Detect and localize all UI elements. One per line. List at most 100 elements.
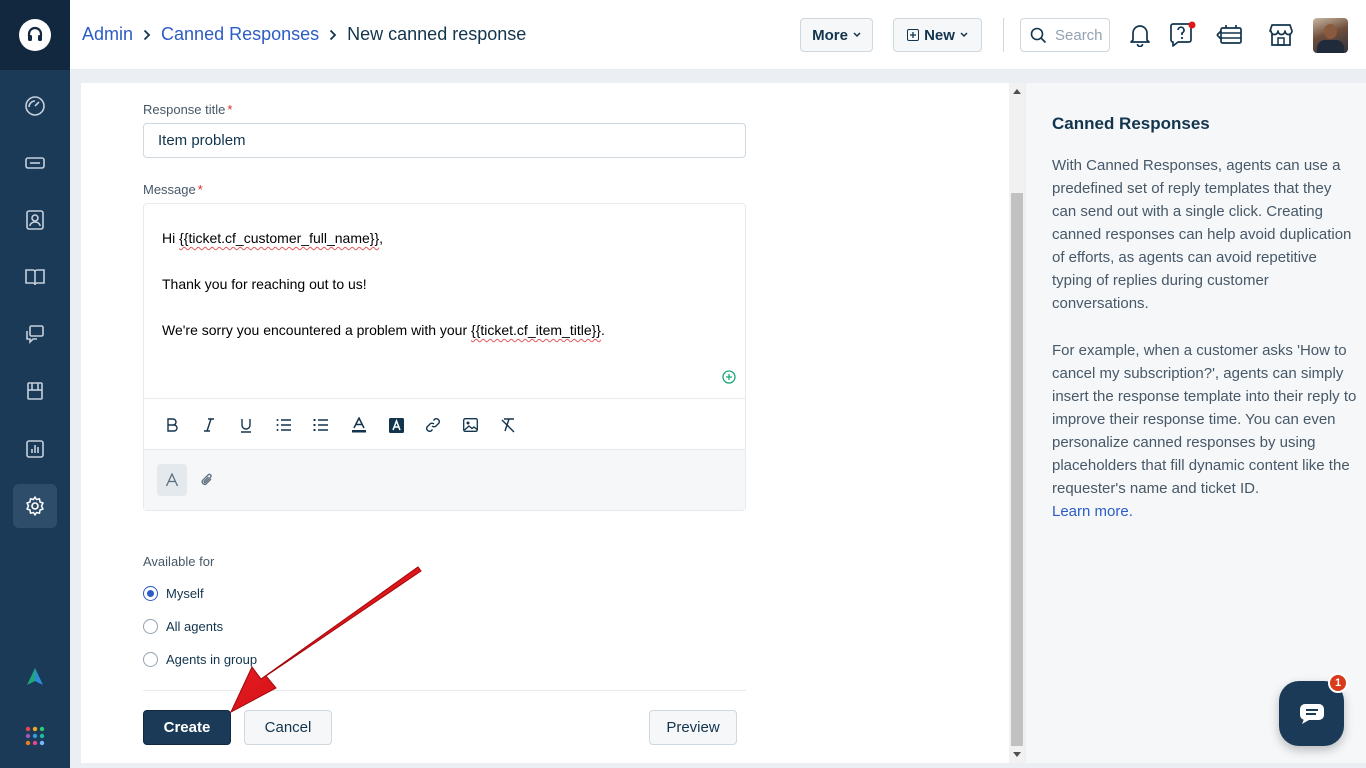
message-label: Message * (143, 182, 203, 197)
logo[interactable] (0, 0, 70, 70)
bar-chart-icon (26, 440, 44, 458)
clear-format-icon (501, 418, 515, 433)
italic-icon (204, 418, 214, 432)
preview-button[interactable]: Preview (649, 710, 737, 745)
message-line: We're sorry you encountered a problem wi… (162, 322, 605, 345)
apps-grid-button[interactable] (13, 714, 57, 758)
insert-placeholder-button[interactable] (722, 370, 736, 384)
editor-footer (144, 449, 745, 510)
option-myself[interactable]: Myself (143, 586, 204, 601)
option-label: Agents in group (166, 652, 258, 667)
chevron-down-icon (853, 32, 861, 38)
bell-icon (1130, 25, 1150, 47)
search-input[interactable]: Search (1020, 18, 1110, 52)
paperclip-icon (201, 473, 212, 485)
response-title-label: Response title * (143, 102, 232, 117)
ticket-icon (25, 157, 45, 169)
italic-button[interactable] (199, 415, 219, 435)
top-header: Admin Canned Responses New canned respon… (70, 0, 1366, 70)
learn-more-link[interactable]: Learn more. (1052, 503, 1133, 520)
marketplace-button[interactable] (1265, 19, 1297, 51)
sidebar-item-solutions[interactable] (13, 255, 57, 299)
breadcrumb-admin[interactable]: Admin (82, 24, 133, 45)
chat-bubble-icon (1299, 703, 1324, 724)
chevron-right-icon (329, 29, 337, 41)
headset-icon (19, 19, 51, 51)
plus-square-icon (907, 29, 920, 41)
triangle-logo-icon (27, 668, 43, 685)
insert-image-button[interactable] (460, 415, 480, 435)
message-text: , (379, 230, 384, 246)
message-editor-body[interactable]: Hi {{ticket.cf_customer_full_name}}, Tha… (162, 230, 605, 345)
freshworks-triangle-logo[interactable] (13, 655, 57, 699)
sidebar (0, 0, 70, 768)
help-info-panel: Canned Responses With Canned Responses, … (1026, 83, 1366, 763)
bold-button[interactable] (162, 415, 182, 435)
create-button[interactable]: Create (143, 710, 231, 745)
sidebar-item-reports[interactable] (13, 427, 57, 471)
canned-response-form: Response title * Item problem Message * Hi… (81, 83, 1009, 763)
chat-notification-badge: 1 (1328, 673, 1348, 693)
notifications-button[interactable] (1124, 19, 1156, 51)
radio-checked[interactable] (143, 586, 158, 601)
message-line: Hi {{ticket.cf_customer_full_name}}, (162, 230, 605, 253)
link-icon (426, 418, 440, 432)
bold-icon (167, 418, 178, 432)
form-scrollbar[interactable] (1009, 83, 1025, 763)
available-for-label: Available for (143, 554, 215, 569)
ticket-stack-icon (1216, 25, 1242, 44)
help-question-icon (1170, 21, 1196, 47)
message-text: Hi (162, 230, 180, 246)
message-line (162, 253, 605, 276)
option-all-agents[interactable]: All agents (143, 619, 223, 634)
book-icon (25, 269, 45, 286)
message-line (162, 299, 605, 322)
formatting-toggle-button[interactable] (157, 464, 187, 496)
font-color-button[interactable] (349, 415, 369, 435)
scroll-up-arrow-icon[interactable] (1013, 89, 1021, 94)
option-agents-in-group[interactable]: Agents in group (143, 652, 257, 667)
scroll-down-arrow-icon[interactable] (1013, 752, 1021, 757)
option-label: Myself (166, 586, 204, 601)
sidebar-item-contacts[interactable] (13, 198, 57, 242)
placeholder-token: {{ticket.cf_customer_full_name}} (179, 230, 380, 246)
underline-button[interactable] (236, 415, 256, 435)
user-avatar[interactable] (1313, 18, 1348, 53)
font-color-icon (352, 417, 366, 433)
chevron-right-icon (143, 29, 151, 41)
scroll-thumb[interactable] (1011, 193, 1023, 746)
sidebar-item-admin[interactable] (13, 484, 57, 528)
search-icon (1030, 27, 1047, 43)
contact-card-icon (26, 210, 44, 230)
sidebar-item-dashboard[interactable] (13, 84, 57, 128)
message-line: Thank you for reaching out to us! (162, 276, 605, 299)
sidebar-item-social[interactable] (13, 369, 57, 413)
sidebar-item-tickets[interactable] (13, 141, 57, 185)
background-color-button[interactable] (386, 415, 406, 435)
switch-product-button[interactable] (1214, 19, 1246, 51)
cancel-button[interactable]: Cancel (244, 710, 332, 745)
option-label: All agents (166, 619, 224, 634)
breadcrumb-canned-responses[interactable]: Canned Responses (161, 24, 319, 45)
apps-grid-icon (25, 726, 45, 746)
message-label-text: Message (143, 182, 196, 197)
header-divider (1003, 18, 1004, 52)
info-paragraph: For example, when a customer asks 'How t… (1052, 339, 1357, 523)
footer-divider (143, 690, 746, 691)
help-button[interactable] (1166, 19, 1198, 51)
ordered-list-icon (276, 419, 291, 431)
new-button[interactable]: New (893, 18, 982, 52)
message-editor[interactable]: Hi {{ticket.cf_customer_full_name}}, Tha… (143, 203, 746, 511)
sidebar-item-forums[interactable] (13, 312, 57, 356)
gear-icon (26, 496, 44, 516)
insert-link-button[interactable] (423, 415, 443, 435)
ordered-list-button[interactable] (274, 415, 294, 435)
radio-unchecked[interactable] (143, 619, 158, 634)
response-title-input[interactable]: Item problem (143, 123, 746, 158)
attach-file-button[interactable] (192, 464, 222, 496)
clear-formatting-button[interactable] (498, 415, 518, 435)
radio-unchecked[interactable] (143, 652, 158, 667)
breadcrumb-current: New canned response (347, 24, 527, 44)
bulleted-list-button[interactable] (311, 415, 331, 435)
more-button[interactable]: More (800, 18, 873, 52)
